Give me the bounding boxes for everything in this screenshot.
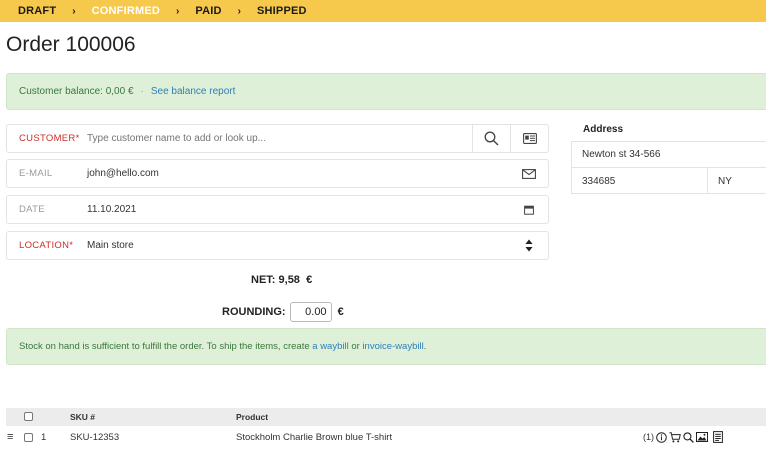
email-value[interactable]: john@hello.com	[87, 168, 510, 179]
address-street[interactable]: Newton st 34-566	[572, 142, 766, 168]
balance-text: Customer balance: 0,00 €	[19, 86, 134, 97]
search-icon[interactable]	[472, 125, 510, 152]
envelope-icon[interactable]	[510, 160, 548, 187]
email-field: E-MAIL john@hello.com	[6, 159, 549, 188]
status-separator: ›	[176, 5, 180, 17]
rounding-input[interactable]	[289, 302, 332, 322]
net-total: NET: 9,58 €	[251, 274, 313, 286]
email-label: E-MAIL	[19, 168, 53, 179]
select-all-checkbox[interactable]	[24, 412, 33, 421]
status-step-paid[interactable]: PAID	[195, 5, 221, 17]
rounding-currency: €	[337, 306, 344, 318]
status-step-shipped[interactable]: SHIPPED	[257, 5, 307, 17]
id-card-icon[interactable]	[510, 125, 548, 152]
row-actions: (1)	[643, 431, 723, 443]
address-zip[interactable]: 334685	[572, 168, 708, 194]
zoom-icon[interactable]	[683, 431, 694, 443]
customer-balance-notice: Customer balance: 0,00 € · See balance r…	[6, 73, 766, 110]
location-value[interactable]: Main store	[87, 240, 510, 251]
row-checkbox[interactable]	[24, 433, 33, 442]
rounding-row: ROUNDING: €	[222, 302, 344, 322]
calendar-icon[interactable]	[510, 196, 548, 223]
status-separator: ›	[237, 5, 241, 17]
row-sku: SKU-12353	[70, 432, 120, 443]
create-invoice-waybill-link[interactable]: invoice-waybill	[362, 341, 423, 352]
status-step-confirmed[interactable]: CONFIRMED	[92, 5, 160, 17]
cart-icon[interactable]	[669, 431, 681, 443]
date-value[interactable]: 11.10.2021	[87, 204, 510, 215]
image-icon[interactable]	[696, 432, 708, 442]
stock-notice: Stock on hand is sufficient to fulfill t…	[6, 328, 766, 365]
balance-report-link[interactable]: See balance report	[151, 86, 236, 97]
table-header: SKU # Product	[6, 408, 766, 426]
workflow-status-bar: DRAFT › CONFIRMED › PAID › SHIPPED	[0, 0, 766, 22]
info-icon[interactable]	[656, 431, 667, 443]
row-product[interactable]: Stockholm Charlie Brown blue T-shirt	[236, 432, 392, 443]
row-index: 1	[41, 432, 47, 443]
customer-input[interactable]	[87, 133, 472, 144]
rounding-label: ROUNDING:	[222, 306, 286, 318]
create-waybill-link[interactable]: a waybill	[312, 341, 348, 352]
column-product[interactable]: Product	[236, 412, 268, 422]
net-value: 9,58	[278, 274, 300, 286]
address-title: Address	[583, 124, 624, 135]
row-count: (1)	[643, 432, 654, 442]
status-separator: ›	[72, 5, 76, 17]
drag-handle-icon[interactable]: ≡	[7, 431, 13, 443]
date-field: DATE 11.10.2021	[6, 195, 549, 224]
sort-arrows-icon[interactable]	[510, 232, 548, 259]
location-field[interactable]: LOCATION* Main store	[6, 231, 549, 260]
document-icon[interactable]	[713, 431, 723, 443]
address-panel: Newton st 34-566 334685 NY	[571, 141, 766, 194]
page-title: Order 100006	[6, 33, 136, 56]
address-state[interactable]: NY	[708, 168, 766, 194]
balance-separator: ·	[140, 86, 144, 97]
table-row[interactable]: ≡ 1 SKU-12353 Stockholm Charlie Brown bl…	[0, 429, 766, 447]
status-step-draft[interactable]: DRAFT	[18, 5, 56, 17]
location-label: LOCATION*	[19, 240, 74, 251]
customer-label: CUSTOMER*	[19, 133, 80, 144]
date-label: DATE	[19, 204, 45, 215]
column-sku[interactable]: SKU #	[70, 412, 95, 422]
customer-field: CUSTOMER*	[6, 124, 549, 153]
